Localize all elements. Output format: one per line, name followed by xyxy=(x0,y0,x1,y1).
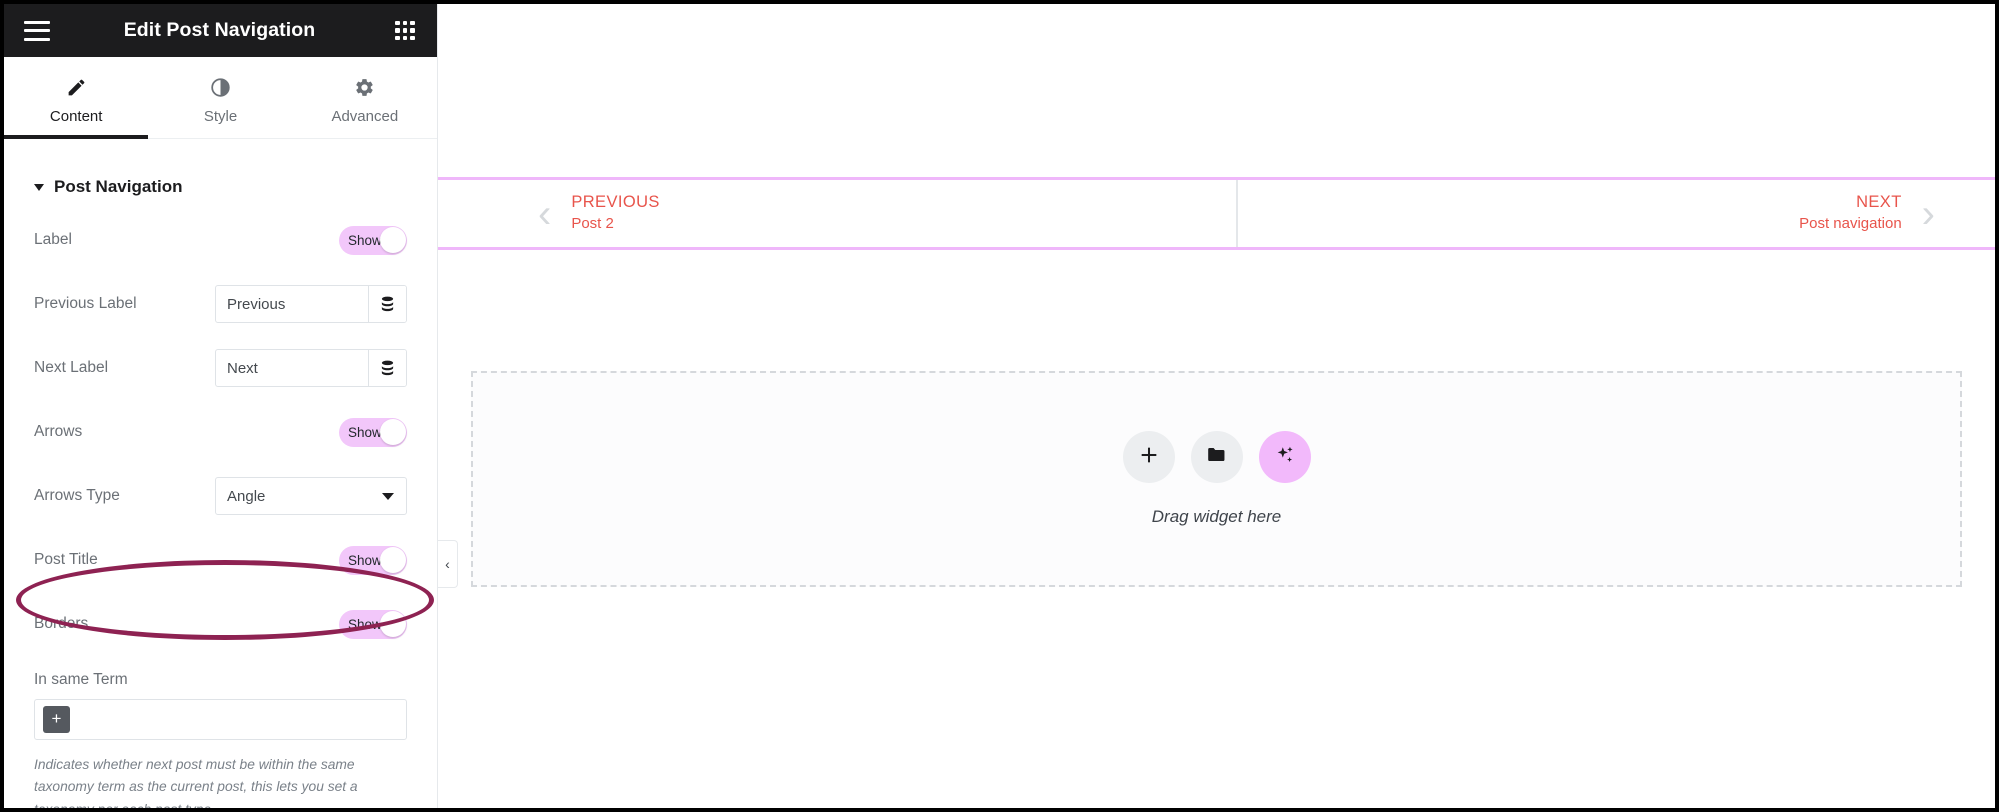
previous-title: Post 2 xyxy=(571,215,614,233)
database-stack-icon[interactable] xyxy=(368,286,406,322)
gear-icon xyxy=(354,77,375,99)
borders-label-text: Borders xyxy=(34,615,89,632)
plus-icon[interactable]: + xyxy=(43,706,70,733)
panel-header: Edit Post Navigation xyxy=(4,4,437,57)
post-navigation-widget[interactable]: ‹ PREVIOUS Post 2 NEXT Post navigation › xyxy=(438,177,1995,250)
control-previous-label: Previous Label xyxy=(34,283,407,325)
tab-content[interactable]: Content xyxy=(4,57,149,139)
tab-style[interactable]: Style xyxy=(148,57,292,138)
tab-style-label: Style xyxy=(203,107,238,125)
tab-advanced-label: Advanced xyxy=(331,107,399,125)
toggle-knob xyxy=(379,547,406,573)
arrows-type-value: Angle xyxy=(227,487,266,505)
panel-collapse-handle[interactable]: ‹ xyxy=(438,540,458,588)
next-texts: NEXT Post navigation xyxy=(1799,192,1902,235)
next-label-input[interactable] xyxy=(216,350,368,386)
next-label-text: Next Label xyxy=(34,359,109,376)
controls-list: Label Show Previous Label Previous Next … xyxy=(4,219,437,808)
control-next-label: Next Label xyxy=(34,347,407,389)
previous-texts: PREVIOUS Post 2 xyxy=(571,192,659,235)
in-same-term-field[interactable]: + xyxy=(34,699,407,740)
label-toggle[interactable]: Show xyxy=(339,225,407,255)
next-kicker: NEXT xyxy=(1856,192,1902,211)
in-same-term-label: In same Term xyxy=(34,671,128,688)
folder-icon xyxy=(1206,444,1227,470)
page-title: Edit Post Navigation xyxy=(123,19,316,41)
editor-canvas: ‹ PREVIOUS Post 2 NEXT Post navigation › xyxy=(438,4,1995,808)
arrows-toggle[interactable]: Show xyxy=(339,417,407,447)
add-template-button[interactable] xyxy=(1190,431,1243,483)
editor-sidebar-panel: Edit Post Navigation Content Style Advan… xyxy=(4,4,438,808)
arrows-type-label-text: Arrows Type xyxy=(34,487,120,504)
widget-dropzone[interactable]: Drag widget here xyxy=(471,371,1962,587)
post-title-toggle[interactable]: Show xyxy=(339,545,407,575)
caret-down-icon xyxy=(34,183,44,191)
control-borders: Borders Show xyxy=(34,603,407,645)
database-stack-icon[interactable] xyxy=(368,350,406,386)
previous-label-input[interactable] xyxy=(216,286,368,322)
chevron-right-icon: › xyxy=(1921,191,1935,236)
arrows-label-text: Arrows xyxy=(34,423,83,440)
chevron-left-icon: ‹ xyxy=(445,556,450,572)
elementor-editor-screen: Edit Post Navigation Content Style Advan… xyxy=(0,0,1999,812)
plus-icon xyxy=(1138,444,1160,471)
dropzone-buttons xyxy=(1122,431,1311,483)
contrast-icon xyxy=(210,77,231,99)
tab-content-label: Content xyxy=(49,107,103,125)
arrows-type-select[interactable]: Angle xyxy=(215,477,407,515)
control-label: Label Show xyxy=(34,219,407,261)
toggle-knob xyxy=(379,227,406,253)
previous-label-field xyxy=(215,285,407,323)
next-label-field xyxy=(215,349,407,387)
toggle-knob xyxy=(379,419,406,445)
section-title-label: Post Navigation xyxy=(54,177,183,196)
post-navigation-previous[interactable]: ‹ PREVIOUS Post 2 xyxy=(438,180,1236,247)
ai-button[interactable] xyxy=(1258,431,1311,483)
pencil-icon xyxy=(66,77,87,99)
sparkle-icon xyxy=(1274,444,1296,471)
add-element-button[interactable] xyxy=(1122,431,1175,483)
post-title-toggle-text: Show xyxy=(348,552,382,568)
control-in-same-term: In same Term + Indicates whether next po… xyxy=(34,671,407,808)
borders-toggle[interactable]: Show xyxy=(339,609,407,639)
control-post-title: Post Title Show xyxy=(34,539,407,581)
in-same-term-description: Indicates whether next post must be with… xyxy=(34,757,358,808)
app-grid-icon[interactable] xyxy=(395,20,415,41)
panel-tabs: Content Style Advanced xyxy=(4,57,437,139)
control-label-text: Label xyxy=(34,231,72,248)
label-toggle-text: Show xyxy=(348,232,382,248)
previous-kicker: PREVIOUS xyxy=(571,192,660,211)
post-title-label-text: Post Title xyxy=(34,551,98,568)
next-title: Post navigation xyxy=(1799,215,1902,233)
control-arrows: Arrows Show xyxy=(34,411,407,453)
previous-label-text: Previous Label xyxy=(34,295,137,312)
chevron-left-icon: ‹ xyxy=(538,191,552,236)
tab-advanced[interactable]: Advanced xyxy=(293,57,437,138)
control-arrows-type: Arrows Type Angle xyxy=(34,475,407,517)
arrows-toggle-text: Show xyxy=(348,424,382,440)
toggle-knob xyxy=(379,611,406,637)
dropzone-text: Drag widget here xyxy=(1151,507,1282,526)
chevron-down-icon xyxy=(382,493,394,500)
section-post-navigation-header[interactable]: Post Navigation xyxy=(4,139,437,197)
post-navigation-next[interactable]: NEXT Post navigation › xyxy=(1235,180,1996,247)
borders-toggle-text: Show xyxy=(348,616,382,632)
